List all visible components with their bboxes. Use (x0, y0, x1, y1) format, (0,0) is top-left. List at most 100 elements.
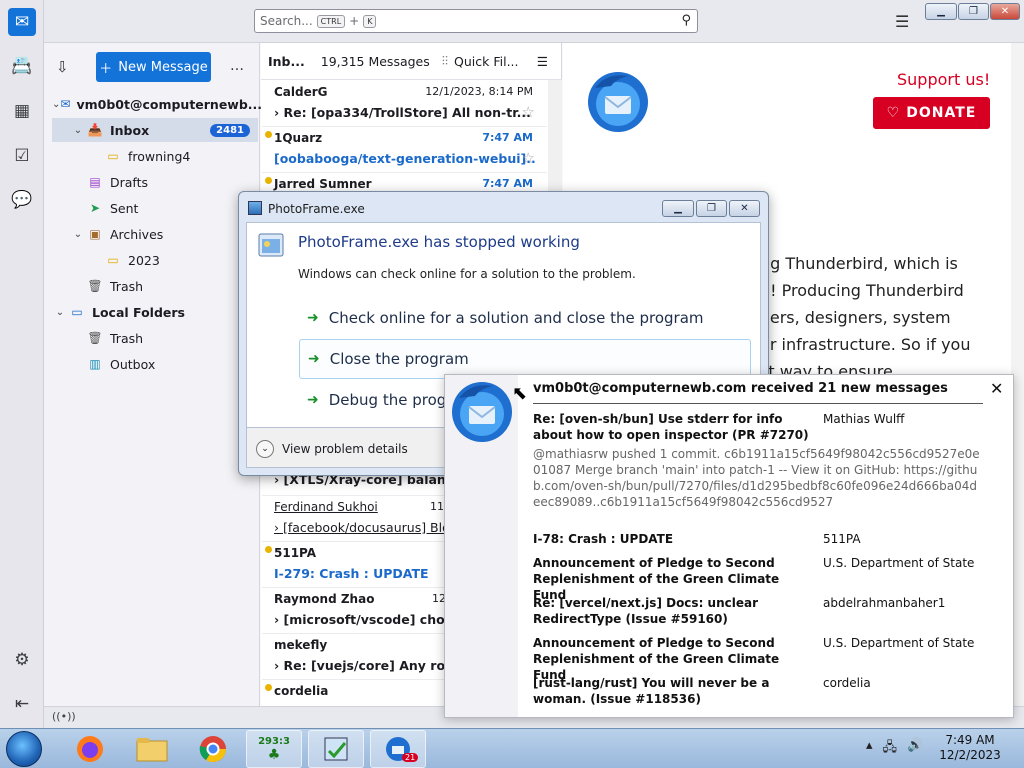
folder-trash[interactable]: 🗑 Trash (52, 274, 258, 298)
subject-text: Re: [vuejs/core] Any room (283, 658, 467, 673)
star-icon[interactable]: ☆ (522, 149, 535, 167)
maximize-button[interactable]: ❐ (958, 3, 989, 20)
new-message-button[interactable]: ＋ New Message (96, 52, 211, 82)
online-status-icon[interactable]: ((•)) (52, 710, 76, 723)
appeal-line: er infrastructure. So if you (760, 335, 971, 354)
account-icon: ✉ (60, 97, 71, 111)
list-options-icon[interactable]: ☰ (537, 54, 548, 69)
message-count: 19,315 Messages (320, 53, 430, 69)
volume-icon[interactable]: 🔊 (907, 738, 923, 760)
check-online-option[interactable]: ➜ Check online for a solution and close t… (299, 299, 751, 337)
taskbar-counter-app[interactable]: 293:3 ♣ (246, 730, 302, 768)
dialog-heading: PhotoFrame.exe has stopped working (298, 233, 580, 251)
unread-dot-icon (265, 131, 272, 138)
notification-author: cordelia (823, 676, 871, 690)
subject-text: [microsoft/vscode] chore (283, 612, 460, 627)
dialog-close-button[interactable]: ✕ (729, 200, 760, 217)
unread-dot-icon (265, 177, 272, 184)
donate-button[interactable]: ♡ DONATE (873, 97, 990, 129)
chat-icon[interactable]: 💬 (8, 186, 36, 214)
photoframe-taskbar-icon[interactable] (308, 730, 364, 768)
collapse-rail-icon[interactable]: ⇤ (8, 690, 36, 718)
message-sender: cordelia (274, 684, 329, 698)
message-sender: mekefly (274, 638, 328, 652)
close-icon[interactable]: ✕ (990, 379, 1003, 398)
settings-gear-icon[interactable]: ⚙ (8, 646, 36, 674)
taskbar-clock[interactable]: 7:49 AM 12/2/2023 (930, 733, 1010, 763)
tasks-icon[interactable]: ☑ (8, 142, 36, 170)
folder-local[interactable]: ⌄ ▭ Local Folders (52, 300, 258, 324)
sent-icon: ➤ (89, 201, 101, 215)
app-menu-icon[interactable]: ☰ (895, 12, 909, 31)
green-arrow-icon: ➜ (307, 392, 319, 408)
folder-frowning4[interactable]: ▭ frowning4 (52, 144, 258, 168)
notification-title: vm0b0t@computernewb.com received 21 new … (533, 381, 948, 396)
folder-label: Drafts (110, 174, 149, 190)
notification-author: Mathias Wulff (823, 412, 905, 426)
kbd-ctrl: CTRL (316, 14, 346, 28)
view-details-button[interactable]: ⌄ View problem details (256, 440, 408, 458)
message-date: 7:47 AM (482, 177, 533, 190)
folder-sent[interactable]: ➤ Sent (52, 196, 258, 220)
message-sender: 511PA (274, 546, 317, 560)
message-subject: › Re: [opa334/TrollStore] All non-tr... (274, 105, 536, 120)
folder-label: Trash (110, 330, 144, 346)
quick-filter-button[interactable]: Quick Fil... (454, 54, 518, 69)
message-sender: Ferdinand Sukhoi (274, 500, 378, 514)
address-book-icon[interactable]: 📇 (8, 52, 36, 80)
spaces-toolbar: ✉ 📇 ▦ ☑ 💬 ⚙ ⇤ (0, 0, 44, 728)
network-icon[interactable]: 🖧 (883, 738, 898, 760)
dialog-maximize-button[interactable]: ❐ (696, 200, 727, 217)
notification-author: 511PA (823, 532, 861, 546)
tray-expand-icon[interactable]: ▴ (866, 738, 873, 760)
folder-local-trash[interactable]: 🗑 Trash (52, 326, 258, 350)
folder-inbox[interactable]: ⌄ 📥 Inbox 2481 (52, 118, 258, 142)
notification-author: U.S. Department of State (823, 636, 975, 650)
close-program-option[interactable]: ➜ Close the program (299, 339, 751, 379)
message-sender: Jarred Sumner (274, 177, 372, 191)
thread-chevron-icon: › (274, 105, 280, 120)
notification-divider (533, 403, 983, 404)
photoframe-app-icon (248, 201, 262, 215)
firefox-icon[interactable] (62, 730, 118, 768)
list-item[interactable]: 1Quarz 7:47 AM [oobabooga/text-generatio… (262, 127, 547, 173)
appeal-text: ng Thunderbird, which is u! Producing Th… (760, 250, 1010, 385)
archive-icon: ▣ (89, 227, 101, 241)
folder-archives[interactable]: ⌄ ▣ Archives (52, 222, 258, 246)
green-arrow-icon: ➜ (307, 310, 319, 326)
trash-icon: 🗑 (87, 279, 103, 293)
message-sender: 1Quarz (274, 131, 323, 145)
message-date: 7:47 AM (482, 131, 533, 144)
message-subject: [oobabooga/text-generation-webui]... (274, 151, 536, 166)
folder-outbox[interactable]: ▥ Outbox (52, 352, 258, 376)
file-explorer-icon[interactable] (124, 730, 180, 768)
folder-name: Inb... (268, 53, 305, 69)
chrome-icon[interactable] (185, 730, 241, 768)
quick-filter-icon[interactable]: ⫶⫶ (442, 53, 448, 69)
close-window-button[interactable]: ✕ (990, 3, 1020, 20)
dialog-subtext: Windows can check online for a solution … (298, 267, 636, 281)
mail-space-icon[interactable]: ✉ (8, 8, 36, 36)
search-icon[interactable]: ⚲ (681, 13, 691, 28)
star-icon[interactable]: ☆ (522, 103, 535, 121)
appeal-line: ng Thunderbird, which is (760, 254, 958, 273)
search-input[interactable]: Search... CTRL + K ⚲ (254, 9, 698, 33)
new-message-label: New Message (118, 59, 208, 75)
folder-2023[interactable]: ▭ 2023 (52, 248, 258, 272)
thunderbird-taskbar-icon[interactable]: 21 (370, 730, 426, 768)
notification-preview: @mathiasrw pushed 1 commit. c6b1911a15cf… (533, 447, 980, 509)
message-list-header: Inb... 19,315 Messages ⫶⫶ Quick Fil... ☰ (261, 43, 562, 80)
folder-account[interactable]: ⌄ ✉ vm0b0t@computernewb... (52, 92, 262, 116)
chevron-down-icon: ⌄ (73, 228, 83, 240)
details-label: View problem details (282, 442, 408, 456)
minimize-button[interactable]: ▁ (925, 3, 957, 20)
list-item[interactable]: CalderG 12/1/2023, 8:14 PM › Re: [opa334… (262, 81, 547, 127)
unread-dot-icon (265, 684, 272, 691)
more-options-icon[interactable]: … (230, 58, 244, 74)
dialog-minimize-button[interactable]: ▁ (662, 200, 694, 217)
get-messages-icon[interactable]: ⇩ (56, 58, 69, 76)
folder-drafts[interactable]: ▤ Drafts (52, 170, 258, 194)
notification-subject: Re: [vercel/next.js] Docs: unclear Redir… (533, 596, 759, 626)
start-button[interactable] (6, 731, 42, 767)
calendar-icon[interactable]: ▦ (8, 97, 36, 125)
